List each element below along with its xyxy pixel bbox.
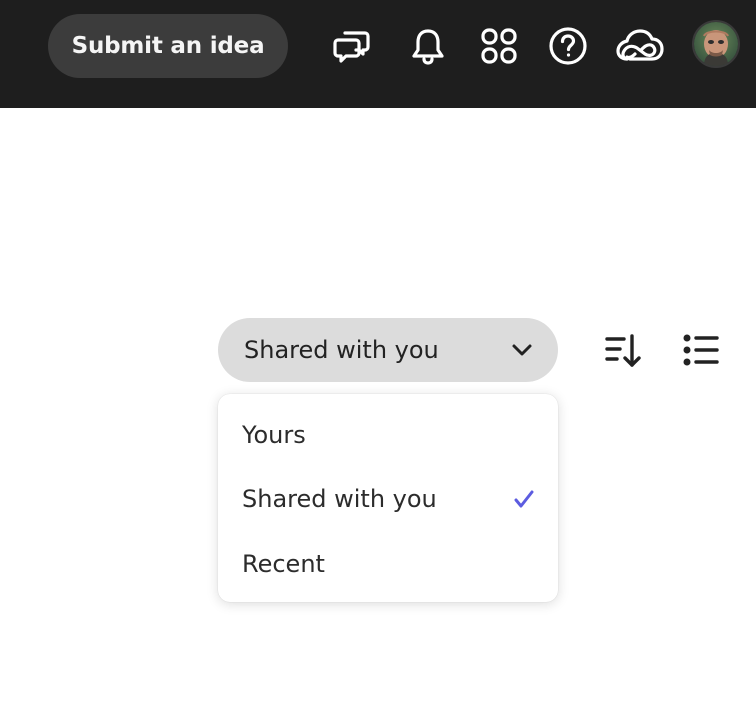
chat-bubbles-icon[interactable] <box>330 24 374 68</box>
checkmark-icon <box>512 487 536 517</box>
creative-cloud-icon[interactable] <box>614 24 666 68</box>
menu-item-recent[interactable]: Recent <box>218 536 558 592</box>
sort-icon[interactable] <box>600 328 644 372</box>
filter-dropdown[interactable]: Shared with you <box>218 318 558 382</box>
filter-menu: Yours Shared with you Recent <box>218 394 558 602</box>
filter-selected-value: Shared with you <box>244 336 439 364</box>
menu-item-yours[interactable]: Yours <box>218 407 558 463</box>
help-icon[interactable] <box>546 24 590 68</box>
menu-item-label: Recent <box>242 550 325 578</box>
user-avatar[interactable] <box>692 20 740 68</box>
top-navigation-bar: Submit an idea <box>0 0 756 108</box>
apps-grid-icon[interactable] <box>477 24 521 68</box>
submit-idea-button[interactable]: Submit an idea <box>48 14 288 78</box>
menu-item-label: Yours <box>242 421 306 449</box>
menu-item-label: Shared with you <box>242 485 437 513</box>
chevron-down-icon <box>510 338 534 366</box>
bell-icon[interactable] <box>406 24 450 68</box>
list-view-icon[interactable] <box>678 328 722 372</box>
menu-item-shared-with-you[interactable]: Shared with you <box>218 471 558 527</box>
